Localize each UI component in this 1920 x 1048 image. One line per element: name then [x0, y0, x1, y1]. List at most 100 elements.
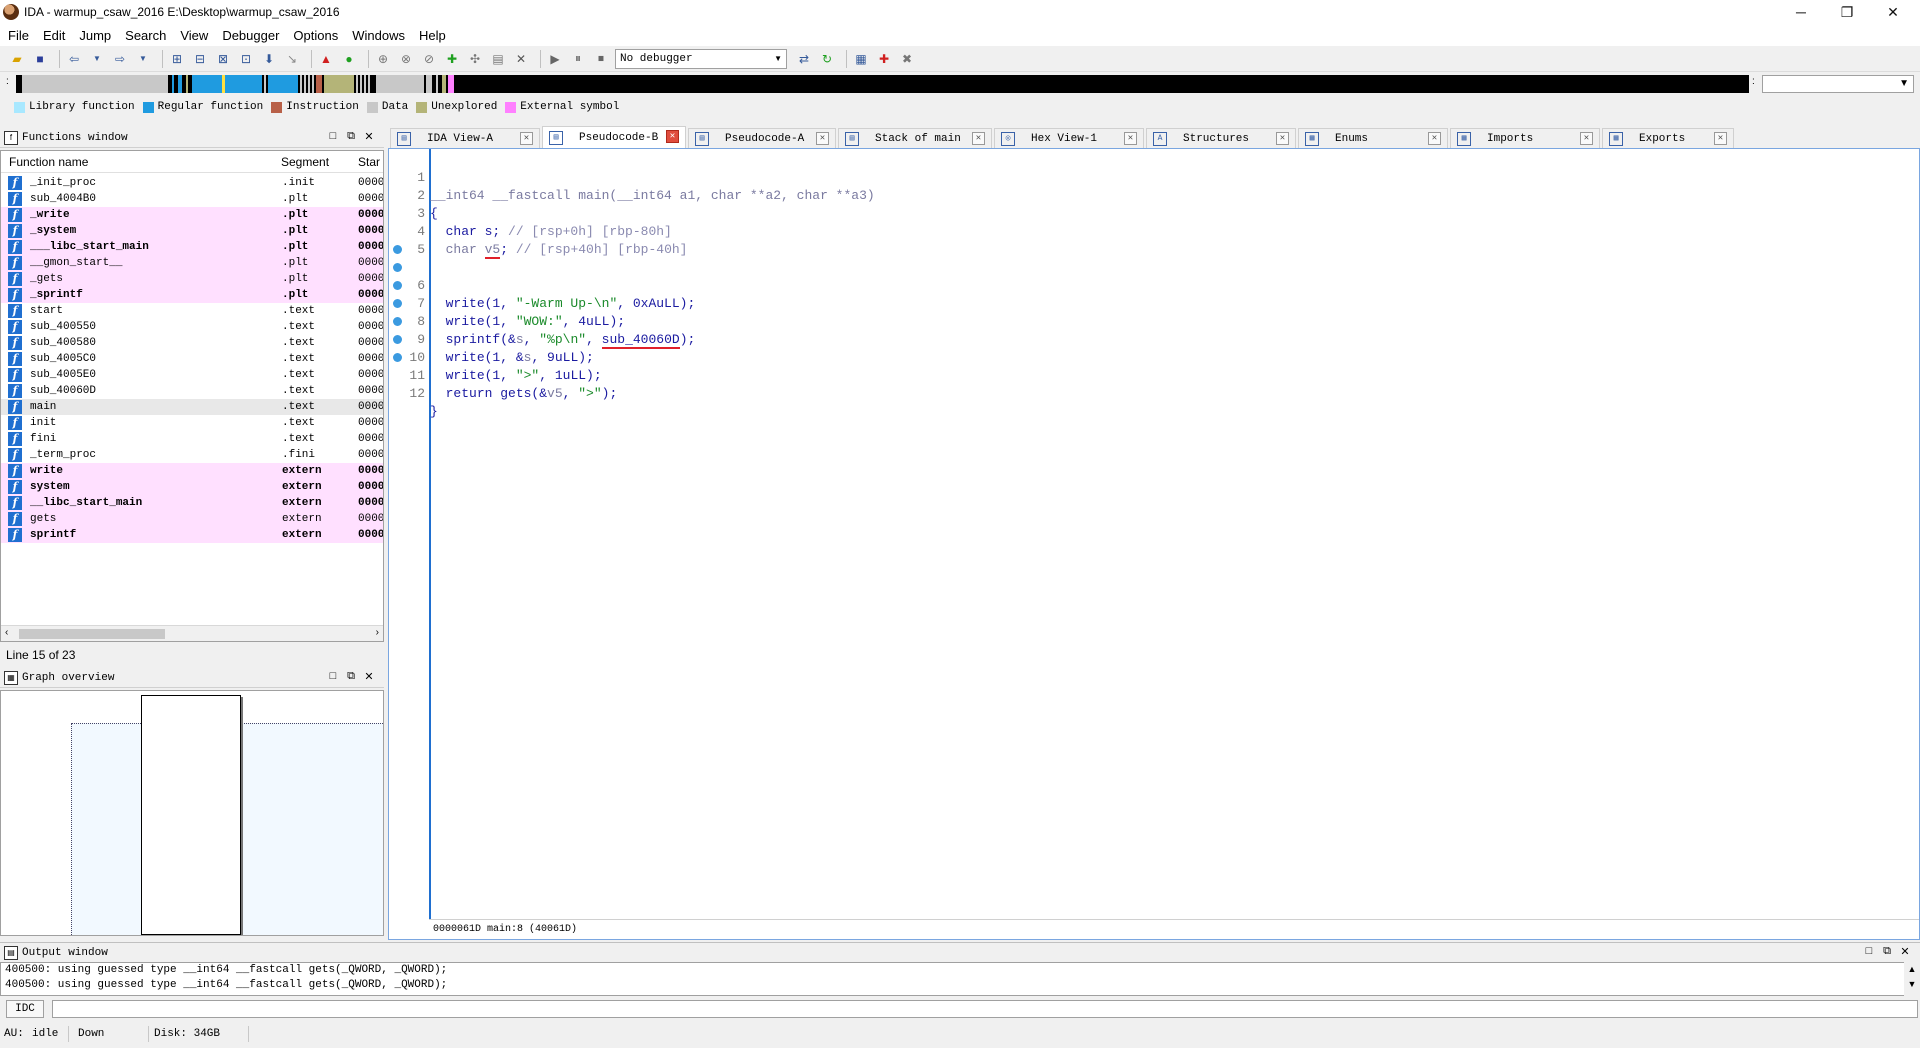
- scroll-right-icon[interactable]: ›: [376, 627, 379, 638]
- search-next-icon[interactable]: ⊡: [237, 50, 255, 68]
- menu-windows[interactable]: Windows: [352, 28, 405, 43]
- function-row[interactable]: f sprintf extern 0000: [1, 527, 383, 543]
- chevron-up-icon[interactable]: ▲: [1904, 962, 1920, 977]
- menu-options[interactable]: Options: [293, 28, 338, 43]
- graph-node[interactable]: [141, 695, 241, 935]
- panel-float-icon[interactable]: ⧉: [342, 670, 360, 683]
- tab-close-icon[interactable]: ✕: [1580, 132, 1593, 145]
- tab-close-icon[interactable]: ✕: [1124, 132, 1137, 145]
- segments-icon[interactable]: ▦: [852, 50, 870, 68]
- function-row[interactable]: f _system .plt 0000: [1, 223, 383, 239]
- function-row[interactable]: f _init_proc .init 0000: [1, 175, 383, 191]
- save-icon[interactable]: ■: [31, 50, 49, 68]
- column-function-name[interactable]: Function name: [9, 155, 88, 169]
- output-text[interactable]: 400500: using guessed type __int64 __fas…: [0, 962, 1920, 996]
- cross-icon[interactable]: ✕: [512, 50, 530, 68]
- command-input[interactable]: [52, 1000, 1918, 1018]
- chevron-down-icon[interactable]: ▼: [1904, 977, 1920, 992]
- menu-jump[interactable]: Jump: [79, 28, 111, 43]
- function-row[interactable]: f sub_4005E0 .text 0000: [1, 367, 383, 383]
- tab-stack-of-main[interactable]: ▤ Stack of main ✕: [838, 128, 992, 148]
- tab-pseudocode-b[interactable]: ▤ Pseudocode-B ✕: [542, 126, 686, 148]
- breakpoint-dot-icon[interactable]: [393, 353, 402, 362]
- function-row[interactable]: f _gets .plt 0000: [1, 271, 383, 287]
- tool-e-icon[interactable]: ▤: [489, 50, 507, 68]
- play-icon[interactable]: ▶: [546, 50, 564, 68]
- tab-enums[interactable]: ▦ Enums ✕: [1298, 128, 1448, 148]
- breakpoint-dot-icon[interactable]: [393, 263, 402, 272]
- tab-imports[interactable]: ▦ Imports ✕: [1450, 128, 1600, 148]
- panel-close-icon[interactable]: ✕: [360, 670, 378, 683]
- refresh-icon[interactable]: ↻: [818, 50, 836, 68]
- tab-ida-view-a[interactable]: ▤ IDA View-A ✕: [390, 128, 540, 148]
- tab-close-icon[interactable]: ✕: [520, 132, 533, 145]
- add-dropdown-icon[interactable]: ✚: [443, 50, 461, 68]
- breakpoint-dot-icon[interactable]: [393, 281, 402, 290]
- function-row[interactable]: f sub_400580 .text 0000: [1, 335, 383, 351]
- function-row[interactable]: f __gmon_start__ .plt 0000: [1, 255, 383, 271]
- tab-hex-view-1[interactable]: ◎ Hex View-1 ✕: [994, 128, 1144, 148]
- function-row[interactable]: f sub_400550 .text 0000: [1, 319, 383, 335]
- forward-arrow-icon[interactable]: ⇨: [111, 50, 129, 68]
- tab-structures[interactable]: A Structures ✕: [1146, 128, 1296, 148]
- tab-pseudocode-a[interactable]: ▤ Pseudocode-A ✕: [688, 128, 836, 148]
- minimize-button[interactable]: ─: [1778, 0, 1824, 24]
- back-arrow-icon[interactable]: ⇦: [65, 50, 83, 68]
- panel-minimize-icon[interactable]: □: [1860, 945, 1878, 958]
- function-row[interactable]: f sub_4005C0 .text 0000: [1, 351, 383, 367]
- breakpoint-dot-icon[interactable]: [393, 335, 402, 344]
- panel-float-icon[interactable]: ⧉: [1878, 945, 1896, 958]
- tab-close-icon[interactable]: ✕: [972, 132, 985, 145]
- menu-view[interactable]: View: [180, 28, 208, 43]
- function-row[interactable]: f init .text 0000: [1, 415, 383, 431]
- graph-overview[interactable]: [0, 690, 384, 936]
- function-row[interactable]: f _write .plt 0000: [1, 207, 383, 223]
- back-dropdown-icon[interactable]: ▼: [88, 50, 106, 68]
- function-row[interactable]: f main .text 0000: [1, 399, 383, 415]
- scroll-left-icon[interactable]: ‹: [5, 627, 8, 638]
- function-row[interactable]: f write extern 0000: [1, 463, 383, 479]
- scrollbar-thumb[interactable]: [19, 629, 165, 639]
- function-row[interactable]: f system extern 0000: [1, 479, 383, 495]
- binoculars-icon[interactable]: ⊞: [168, 50, 186, 68]
- panel-close-icon[interactable]: ✕: [360, 130, 378, 143]
- breakpoint-dot-icon[interactable]: [393, 299, 402, 308]
- breakpoint-dot-icon[interactable]: [393, 245, 402, 254]
- panel-minimize-icon[interactable]: □: [324, 670, 342, 683]
- function-row[interactable]: f gets extern 0000: [1, 511, 383, 527]
- tab-exports[interactable]: ▦ Exports ✕: [1602, 128, 1734, 148]
- forward-dropdown-icon[interactable]: ▼: [134, 50, 152, 68]
- tool-b-icon[interactable]: ⊗: [397, 50, 415, 68]
- close-button[interactable]: ✕: [1870, 0, 1916, 24]
- menu-debugger[interactable]: Debugger: [222, 28, 279, 43]
- menu-edit[interactable]: Edit: [43, 28, 65, 43]
- idc-button[interactable]: IDC: [6, 1000, 44, 1018]
- stop-icon[interactable]: ⏹: [592, 50, 610, 68]
- function-row[interactable]: f fini .text 0000: [1, 431, 383, 447]
- nav-band-select[interactable]: ▼: [1762, 75, 1914, 93]
- function-row[interactable]: f sub_40060D .text 0000: [1, 383, 383, 399]
- breakpoint-dot-icon[interactable]: [393, 317, 402, 326]
- function-row[interactable]: f sub_4004B0 .plt 0000: [1, 191, 383, 207]
- tool-a-icon[interactable]: ⊕: [374, 50, 392, 68]
- panel-minimize-icon[interactable]: □: [324, 130, 342, 143]
- menu-file[interactable]: File: [8, 28, 29, 43]
- function-row[interactable]: f __libc_start_main extern 0000: [1, 495, 383, 511]
- panel-close-icon[interactable]: ✕: [1896, 945, 1914, 958]
- attach-icon[interactable]: ⇄: [795, 50, 813, 68]
- menu-help[interactable]: Help: [419, 28, 446, 43]
- run-green-icon[interactable]: ●: [340, 50, 358, 68]
- tab-close-icon[interactable]: ✕: [666, 130, 679, 143]
- debugger-select[interactable]: No debugger ▼: [615, 48, 787, 69]
- function-row[interactable]: f start .text 0000: [1, 303, 383, 319]
- column-segment[interactable]: Segment: [281, 155, 329, 169]
- open-folder-icon[interactable]: ▰: [8, 50, 26, 68]
- pause-icon[interactable]: ⏸: [569, 50, 587, 68]
- tool-c-icon[interactable]: ⊘: [420, 50, 438, 68]
- navigation-band[interactable]: [16, 75, 1749, 93]
- breakpoint-add-icon[interactable]: ✚: [875, 50, 893, 68]
- maximize-button[interactable]: ❐: [1824, 0, 1870, 24]
- output-scrollbar[interactable]: ▲ ▼: [1904, 962, 1920, 996]
- breakpoint-remove-icon[interactable]: ✖: [898, 50, 916, 68]
- tab-close-icon[interactable]: ✕: [1714, 132, 1727, 145]
